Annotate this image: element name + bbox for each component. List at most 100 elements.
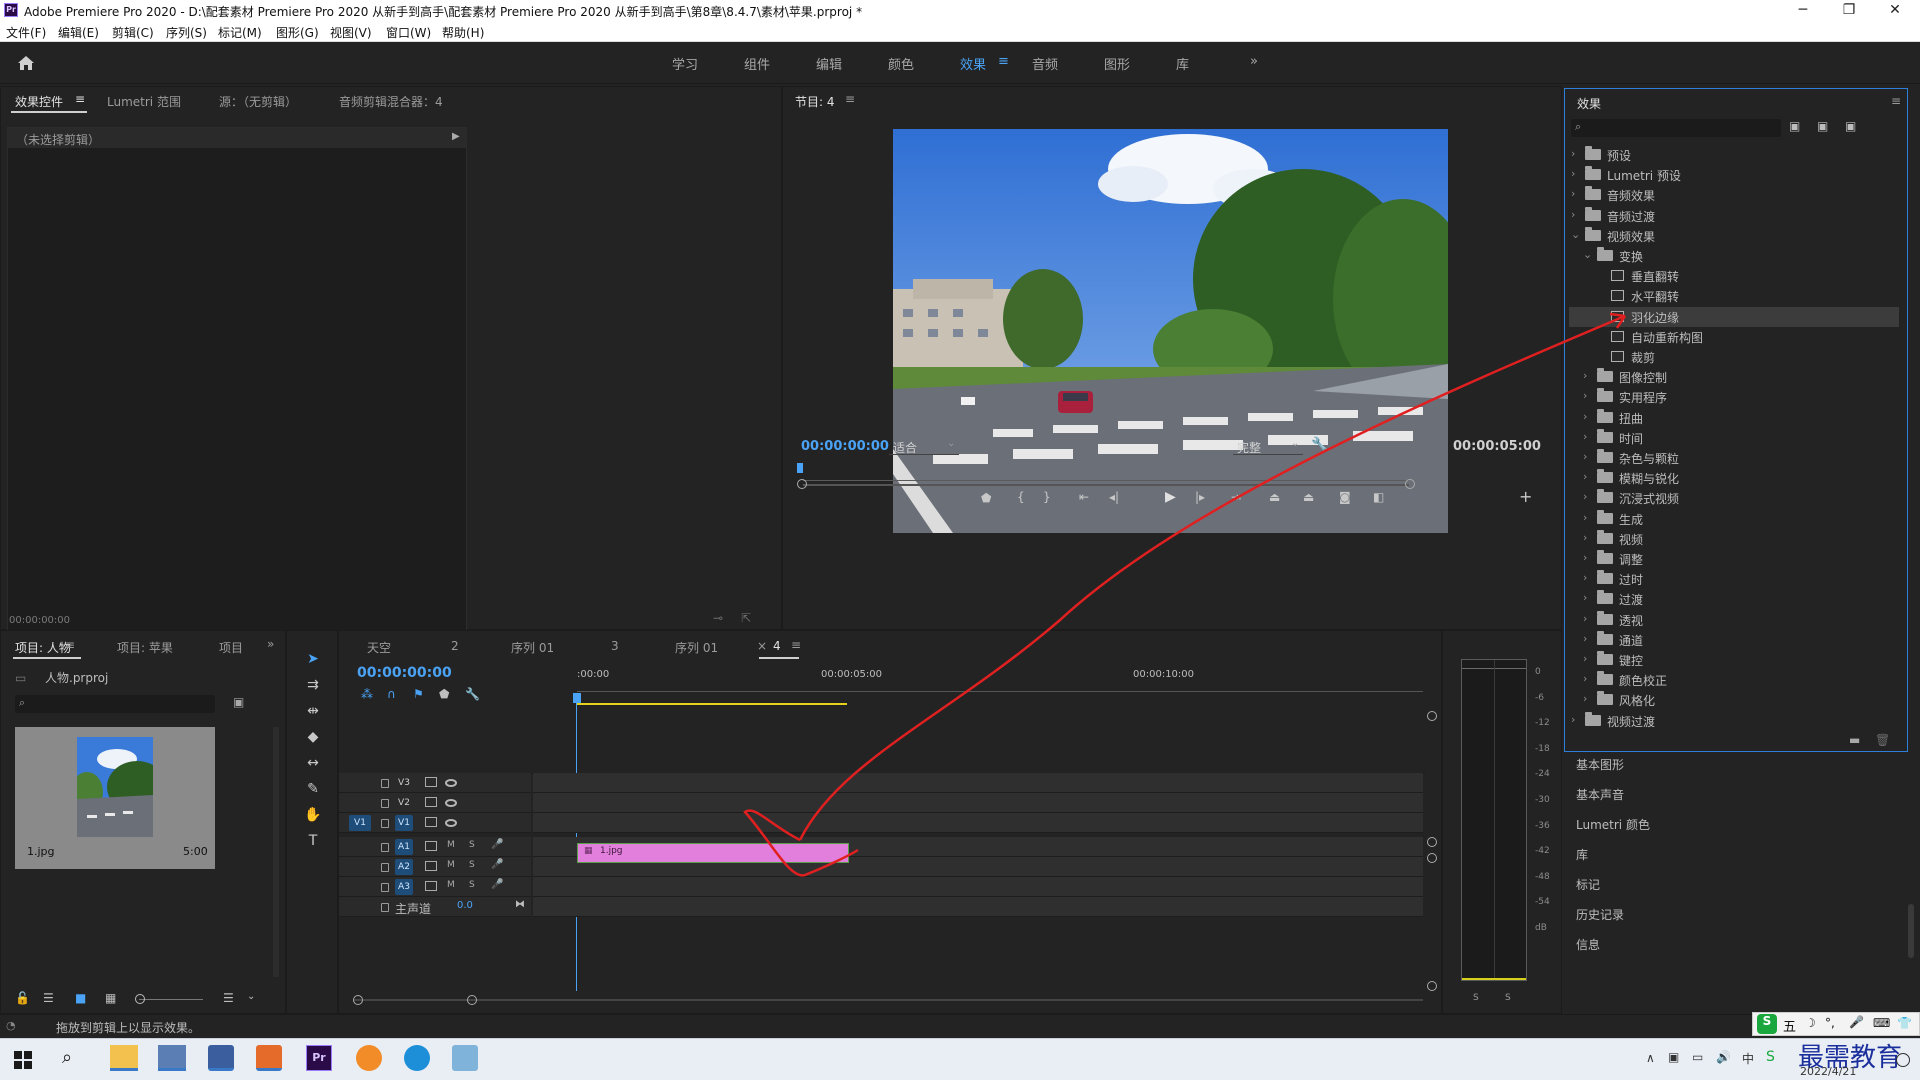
- effects-tree-item[interactable]: › 视频: [1569, 529, 1899, 549]
- track-lock-icon[interactable]: [381, 799, 389, 808]
- notification-icon[interactable]: [1896, 1053, 1910, 1067]
- lift-icon[interactable]: ⏏: [1269, 490, 1280, 504]
- tab-audio-clip-mixer[interactable]: 音频剪辑混合器：4: [339, 93, 443, 110]
- zoom-slider-handle[interactable]: [135, 994, 145, 1004]
- solo-left-button[interactable]: S: [1473, 993, 1479, 1003]
- tab-sky-sequence[interactable]: 天空: [367, 639, 391, 656]
- chevron-right-icon[interactable]: ›: [1583, 430, 1587, 443]
- track-lane[interactable]: [533, 773, 1423, 793]
- tab-source[interactable]: 源：（无剪辑）: [219, 93, 297, 110]
- tab-seq-2[interactable]: 2: [451, 639, 459, 653]
- sync-lock-icon[interactable]: [425, 817, 437, 827]
- tab-project[interactable]: 项目: [219, 639, 243, 656]
- track-lane[interactable]: [533, 793, 1423, 813]
- mute-button[interactable]: M: [447, 860, 455, 870]
- effects-tree-item[interactable]: › 图像控制: [1569, 367, 1899, 387]
- effects-tree-item[interactable]: › 音频效果: [1569, 185, 1899, 205]
- menu-marker[interactable]: 标记(M): [218, 24, 262, 41]
- expand-arrow-icon[interactable]: ▶: [452, 131, 460, 142]
- chevron-right-icon[interactable]: ›: [1583, 652, 1587, 665]
- chevron-down-icon[interactable]: ⌄: [1571, 228, 1580, 241]
- type-tool-icon[interactable]: T: [301, 833, 325, 855]
- solo-button[interactable]: S: [469, 860, 475, 870]
- sync-lock-icon[interactable]: [425, 861, 437, 871]
- workspace-editing[interactable]: 编辑: [816, 54, 842, 73]
- track-lock-icon[interactable]: [381, 883, 389, 892]
- edge-browser-icon[interactable]: [404, 1045, 430, 1071]
- hscroll-handle-left[interactable]: [353, 995, 363, 1005]
- mark-in-icon[interactable]: {: [1017, 490, 1025, 504]
- yuv-effects-icon[interactable]: ▣: [1845, 119, 1856, 133]
- track-zoom-handle-mid2[interactable]: [1427, 853, 1437, 863]
- ime-keyboard-icon[interactable]: ⌨: [1873, 1016, 1890, 1030]
- zoom-handle-left[interactable]: [797, 479, 807, 489]
- program-menu-icon[interactable]: ≡: [845, 92, 855, 106]
- lock-icon[interactable]: 🔓: [15, 991, 30, 1005]
- workspace-libraries[interactable]: 库: [1176, 54, 1189, 73]
- notepad-app-icon[interactable]: [452, 1045, 478, 1071]
- effects-search-input[interactable]: ⌕: [1571, 119, 1781, 137]
- menu-graphics[interactable]: 图形(G): [276, 24, 319, 41]
- effects-tree-item[interactable]: › 过时: [1569, 569, 1899, 589]
- snap-magnet-icon[interactable]: ∩: [387, 687, 396, 701]
- chevron-right-icon[interactable]: ›: [1571, 713, 1575, 726]
- ime-mic-icon[interactable]: 🎤: [1849, 1015, 1864, 1029]
- solo-right-button[interactable]: S: [1505, 993, 1511, 1003]
- track-lane[interactable]: [533, 813, 1423, 833]
- tab-seq-4[interactable]: 4: [773, 639, 781, 653]
- pen-tool-icon[interactable]: ✎: [301, 781, 325, 803]
- thumbnail-zoom-slider[interactable]: [139, 999, 203, 1000]
- track-zoom-handle-top[interactable]: [1427, 711, 1437, 721]
- tab-lumetri-scopes[interactable]: Lumetri 范围: [107, 93, 181, 110]
- track-target-v1[interactable]: V1: [395, 815, 413, 831]
- chevron-right-icon[interactable]: ›: [1583, 511, 1587, 524]
- step-back-icon[interactable]: ◂|: [1109, 490, 1119, 504]
- chevron-right-icon[interactable]: ›: [1583, 410, 1587, 423]
- eye-visibility-icon[interactable]: [445, 779, 457, 787]
- track-lock-icon[interactable]: [381, 843, 389, 852]
- timeline-settings-wrench-icon[interactable]: 🔧: [465, 687, 480, 701]
- work-area-bar[interactable]: [577, 703, 847, 705]
- ime-mode-icon[interactable]: 中: [1742, 1050, 1754, 1067]
- chevron-right-icon[interactable]: ›: [1583, 692, 1587, 705]
- menu-file[interactable]: 文件(F): [6, 24, 46, 41]
- razor-tool-icon[interactable]: ◆: [301, 729, 325, 751]
- tray-chevron-icon[interactable]: ∧: [1646, 1051, 1655, 1065]
- close-window-button[interactable]: ✕: [1872, 0, 1918, 22]
- maximize-button[interactable]: ❐: [1826, 0, 1872, 22]
- ime-moon-icon[interactable]: ☽: [1805, 1016, 1816, 1030]
- effects-tree-item[interactable]: › 预设: [1569, 145, 1899, 165]
- 3d-app-icon[interactable]: [208, 1045, 234, 1071]
- chevron-right-icon[interactable]: ›: [1583, 612, 1587, 625]
- add-marker-icon[interactable]: ⬟: [981, 491, 991, 505]
- chevron-down-icon[interactable]: ⌄: [1583, 248, 1592, 261]
- tab-project-people[interactable]: 项目: 人物: [15, 639, 71, 656]
- more-workspaces-icon[interactable]: »: [1250, 54, 1258, 69]
- panel-lumetri-color[interactable]: Lumetri 颜色: [1576, 816, 1650, 833]
- effects-tree-item[interactable]: › 通道: [1569, 630, 1899, 650]
- track-lock-icon[interactable]: [381, 863, 389, 872]
- program-playhead[interactable]: [797, 463, 803, 473]
- timeline-timecode[interactable]: 00:00:00:00: [357, 665, 452, 681]
- chevron-right-icon[interactable]: ›: [1583, 591, 1587, 604]
- voiceover-record-icon[interactable]: 🎤: [491, 839, 503, 850]
- track-select-tool-icon[interactable]: ⇉: [301, 677, 325, 699]
- effects-tree-item[interactable]: › 音频过渡: [1569, 206, 1899, 226]
- panel-info[interactable]: 信息: [1576, 936, 1600, 953]
- effects-tree-item[interactable]: › 模糊与锐化: [1569, 468, 1899, 488]
- zoom-handle-right[interactable]: [1405, 479, 1415, 489]
- effects-tree-item[interactable]: › 键控: [1569, 650, 1899, 670]
- minimize-button[interactable]: ─: [1780, 0, 1826, 22]
- list-view-icon[interactable]: ☰: [43, 991, 54, 1005]
- side-scrollbar[interactable]: [1908, 904, 1914, 958]
- chevron-right-icon[interactable]: ›: [1583, 389, 1587, 402]
- tab-seq-3[interactable]: 3: [611, 639, 619, 653]
- tab-effect-controls[interactable]: 效果控件: [15, 93, 63, 110]
- chevron-right-icon[interactable]: ›: [1583, 490, 1587, 503]
- workspace-graphics[interactable]: 图形: [1104, 54, 1130, 73]
- effects-tree-item[interactable]: 羽化边缘: [1569, 306, 1899, 327]
- selection-tool-icon[interactable]: ➤: [301, 651, 325, 673]
- effects-tree-item[interactable]: 自动重新构图: [1569, 327, 1899, 347]
- track-zoom-handle-bottom[interactable]: [1427, 981, 1437, 991]
- go-to-end-icon[interactable]: ⧓: [515, 899, 525, 910]
